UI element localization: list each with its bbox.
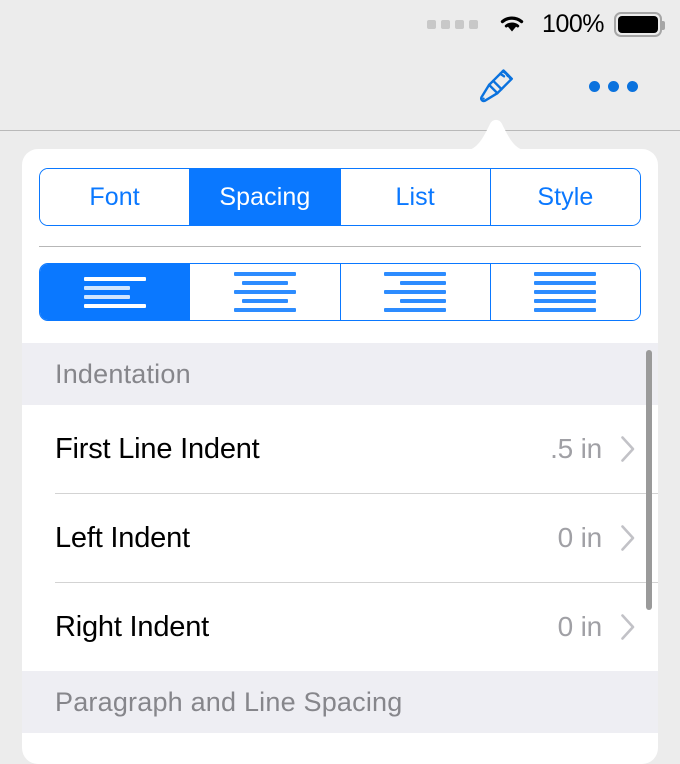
align-left-button[interactable] xyxy=(40,264,191,320)
more-ellipsis-icon[interactable] xyxy=(585,60,641,112)
alignment-segmented-control xyxy=(39,263,641,321)
row-right-indent-value: 0 in xyxy=(557,611,603,642)
format-tabs: Font Spacing List Style xyxy=(39,168,641,226)
tab-font-label: Font xyxy=(89,182,140,211)
wifi-icon xyxy=(500,16,524,32)
tab-spacing-label: Spacing xyxy=(219,182,311,211)
tab-style-label: Style xyxy=(537,182,594,211)
row-first-line-indent[interactable]: First Line Indent .5 in xyxy=(22,405,658,493)
row-left-indent-value: 0 in xyxy=(557,522,603,553)
alignment-container xyxy=(22,247,658,321)
row-right-indent-label: Right Indent xyxy=(55,610,209,643)
battery-full-icon xyxy=(614,11,665,37)
format-popover: Font Spacing List Style Indentation Firs… xyxy=(22,149,658,764)
align-center-button[interactable] xyxy=(190,264,341,320)
align-justify-button[interactable] xyxy=(490,264,640,320)
section-header-paragraph-line-spacing: Paragraph and Line Spacing xyxy=(22,671,658,733)
align-left-icon xyxy=(83,276,146,308)
battery-percentage: 100% xyxy=(542,9,604,38)
paintbrush-icon[interactable] xyxy=(470,60,522,112)
tab-style[interactable]: Style xyxy=(490,169,640,225)
row-right-indent[interactable]: Right Indent 0 in xyxy=(22,583,658,671)
row-left-indent[interactable]: Left Indent 0 in xyxy=(22,494,658,582)
status-bar: 100% xyxy=(0,0,680,48)
align-justify-icon xyxy=(534,272,597,312)
section-header-paragraph-line-spacing-label: Paragraph and Line Spacing xyxy=(55,686,403,717)
chevron-right-icon xyxy=(621,614,635,640)
section-header-indentation-label: Indentation xyxy=(55,358,191,389)
spacing-panel-scroll[interactable]: Indentation First Line Indent .5 in Left… xyxy=(22,247,658,764)
indentation-rows: First Line Indent .5 in Left Indent 0 in… xyxy=(22,405,658,671)
chevron-right-icon xyxy=(621,525,635,551)
scrollbar[interactable] xyxy=(646,350,652,610)
chevron-right-icon xyxy=(621,436,635,462)
tabs-container: Font Spacing List Style xyxy=(22,149,658,247)
tab-list-label: List xyxy=(395,182,435,211)
align-right-button[interactable] xyxy=(340,264,491,320)
row-first-line-indent-label: First Line Indent xyxy=(55,432,260,465)
popover-arrow xyxy=(463,110,529,151)
align-center-icon xyxy=(233,272,296,312)
row-left-indent-label: Left Indent xyxy=(55,521,190,554)
signal-dots-icon xyxy=(427,19,479,29)
tab-font[interactable]: Font xyxy=(40,169,191,225)
toolbar xyxy=(0,48,680,131)
tab-list[interactable]: List xyxy=(340,169,491,225)
section-header-indentation: Indentation xyxy=(22,343,658,405)
row-first-line-indent-value: .5 in xyxy=(550,433,602,464)
tab-spacing[interactable]: Spacing xyxy=(190,169,341,225)
align-right-icon xyxy=(384,272,447,312)
